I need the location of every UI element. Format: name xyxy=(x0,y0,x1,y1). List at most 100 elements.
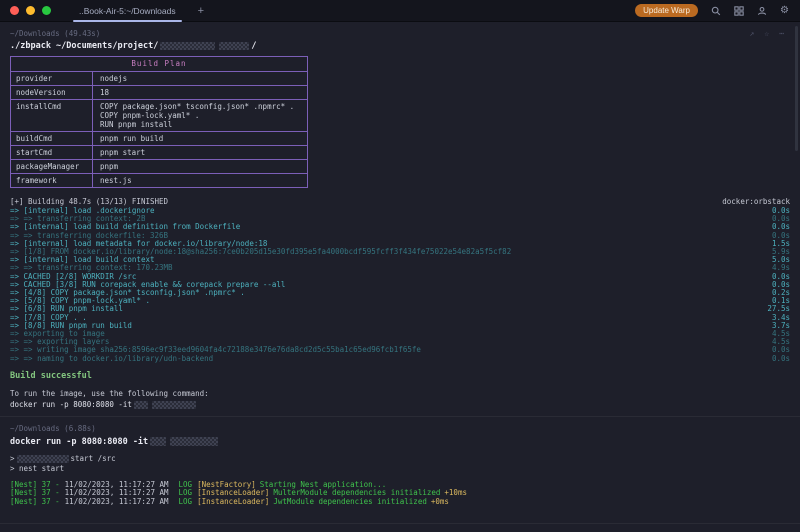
docker-step-line: => [6/8] RUN pnpm install 27.5s xyxy=(10,305,790,313)
run-command-text: docker run -p 8080:8080 -it xyxy=(10,400,132,409)
block1-path-duration: ~/Downloads (49.43s) xyxy=(10,29,100,38)
user-icon[interactable] xyxy=(756,5,767,16)
command-text: / xyxy=(251,41,256,51)
build-plan-value: 18 xyxy=(93,86,307,99)
output-text: start /src xyxy=(71,454,116,463)
build-success-message: Build successful xyxy=(10,371,790,381)
build-plan-value: pnpm start xyxy=(93,146,307,159)
docker-step-text: => [5/8] COPY pnpm-lock.yaml* . xyxy=(10,297,150,305)
redacted-text xyxy=(17,455,69,463)
docker-step-text: => [internal] load metadata for docker.i… xyxy=(10,240,267,248)
bookmark-icon[interactable]: ☆ xyxy=(764,29,769,38)
docker-step-line: => [internal] load build definition from… xyxy=(10,223,790,231)
docker-step-line: => => exporting layers 4.5s xyxy=(10,338,790,346)
redacted-text xyxy=(152,401,196,409)
docker-step-line: => CACHED [3/8] RUN corepack enable && c… xyxy=(10,281,790,289)
build-plan-row: framework nest.js xyxy=(11,174,307,187)
redacted-text xyxy=(219,42,249,50)
docker-step-line: => => writing image sha256:8596ec9f33eed… xyxy=(10,346,790,354)
nest-log-line: [Nest] 37 -11/02/2023, 11:17:27 AMLOG[In… xyxy=(10,498,790,507)
layout-grid-icon[interactable] xyxy=(733,5,744,16)
docker-step-line: => CACHED [2/8] WORKDIR /src 0.0s xyxy=(10,273,790,281)
share-icon[interactable]: ↗ xyxy=(750,29,755,38)
docker-step-text: => => transferring dockerfile: 326B xyxy=(10,232,168,240)
output-text: > xyxy=(10,454,15,463)
docker-step-line: => [8/8] RUN pnpm run build 3.7s xyxy=(10,322,790,330)
nest-start-line: > nest start xyxy=(10,464,790,474)
nest-log-output: [Nest] 37 -11/02/2023, 11:17:27 AMLOG[Ne… xyxy=(10,481,790,507)
terminal-pane[interactable]: ~/Downloads (49.43s) ↗ ☆ ⋯ ./zbpack ~/Do… xyxy=(0,22,800,532)
docker-run-command[interactable]: docker run -p 8080:8080 -it xyxy=(10,435,790,449)
build-plan-row: packageManager pnpm xyxy=(11,160,307,174)
build-plan-value: COPY package.json* tsconfig.json* .npmrc… xyxy=(93,100,307,131)
nest-log-context: [InstanceLoader] xyxy=(197,497,269,506)
redacted-text xyxy=(150,437,166,446)
docker-step-line: => => transferring dockerfile: 326B 0.0s xyxy=(10,232,790,240)
update-warp-button[interactable]: Update Warp xyxy=(635,4,698,17)
docker-build-steps: => [internal] load .dockerignore 0.0s =>… xyxy=(10,207,790,363)
block-divider xyxy=(0,523,800,524)
docker-step-line: => [internal] load build context 5.0s xyxy=(10,256,790,264)
redacted-text xyxy=(160,42,215,50)
new-tab-button[interactable]: + xyxy=(190,5,212,17)
docker-step-line: => [internal] load metadata for docker.i… xyxy=(10,240,790,248)
docker-step-line: => [7/8] COPY . . 3.4s xyxy=(10,314,790,322)
docker-step-text: => => transferring context: 2B xyxy=(10,215,145,223)
build-plan-row: nodeVersion 18 xyxy=(11,86,307,100)
settings-gear-icon[interactable]: ⚙ xyxy=(779,5,790,16)
build-plan-value: pnpm xyxy=(93,160,307,173)
docker-step-line: => [4/8] COPY package.json* tsconfig.jso… xyxy=(10,289,790,297)
build-plan-row: provider nodejs xyxy=(11,72,307,86)
docker-step-text: => [1/8] FROM docker.io/library/node:18@… xyxy=(10,248,511,256)
build-plan-value: nest.js xyxy=(93,174,307,187)
minimize-window-button[interactable] xyxy=(26,6,35,15)
docker-step-text: => => exporting layers xyxy=(10,338,109,346)
build-plan-title: Build Plan xyxy=(11,57,307,72)
redacted-text xyxy=(134,401,148,409)
search-icon[interactable] xyxy=(710,5,721,16)
redacted-text xyxy=(170,437,218,446)
docker-step-time: 0.0s xyxy=(764,355,790,363)
block2-path-duration: ~/Downloads (6.88s) xyxy=(10,424,96,433)
docker-step-text: => => writing image sha256:8596ec9f33eed… xyxy=(10,346,421,354)
zbpack-command[interactable]: ./zbpack ~/Documents/project/ / xyxy=(10,39,790,53)
docker-step-text: => [7/8] COPY . . xyxy=(10,314,87,322)
build-plan-key: startCmd xyxy=(11,146,93,159)
docker-step-text: => [internal] load build context xyxy=(10,256,155,264)
docker-step-line: => => naming to docker.io/library/udn-ba… xyxy=(10,355,790,363)
block-divider xyxy=(0,416,800,417)
docker-step-line: => [1/8] FROM docker.io/library/node:18@… xyxy=(10,248,790,256)
docker-build-summary: [+] Building 48.7s (13/13) FINISHED dock… xyxy=(10,197,790,206)
build-plan-value: nodejs xyxy=(93,72,307,85)
command-block-header: ~/Downloads (49.43s) ↗ ☆ ⋯ xyxy=(10,27,790,39)
docker-step-text: => CACHED [3/8] RUN corepack enable && c… xyxy=(10,281,285,289)
tab-title: ..Book-Air-5:~/Downloads xyxy=(79,6,176,16)
zoom-window-button[interactable] xyxy=(42,6,51,15)
scrollbar-thumb[interactable] xyxy=(795,26,798,151)
docker-step-line: => => transferring context: 2B 0.0s xyxy=(10,215,790,223)
build-plan-table: Build Plan provider nodejs nodeVersion 1… xyxy=(10,56,308,188)
docker-context-label: docker:orbstack xyxy=(722,197,790,206)
build-plan-key: buildCmd xyxy=(11,132,93,145)
build-plan-row: startCmd pnpm start xyxy=(11,146,307,160)
docker-step-text: => CACHED [2/8] WORKDIR /src xyxy=(10,273,136,281)
build-plan-key: packageManager xyxy=(11,160,93,173)
close-window-button[interactable] xyxy=(10,6,19,15)
build-plan-key: installCmd xyxy=(11,100,93,131)
docker-step-line: => [internal] load .dockerignore 0.0s xyxy=(10,207,790,215)
command-text: ./zbpack ~/Documents/project/ xyxy=(10,41,158,51)
docker-step-text: => exporting to image xyxy=(10,330,105,338)
terminal-tab[interactable]: ..Book-Air-5:~/Downloads xyxy=(65,0,190,22)
docker-step-text: => [internal] load .dockerignore xyxy=(10,207,155,215)
docker-step-text: => [6/8] RUN pnpm install xyxy=(10,305,123,313)
command-text: docker run -p 8080:8080 -it xyxy=(10,437,148,447)
docker-step-text: => [4/8] COPY package.json* tsconfig.jso… xyxy=(10,289,245,297)
block-actions: ↗ ☆ ⋯ xyxy=(750,29,790,38)
build-plan-key: framework xyxy=(11,174,93,187)
docker-step-text: => [8/8] RUN pnpm run build xyxy=(10,322,132,330)
nest-log-level: LOG xyxy=(179,497,193,506)
command-block-header: ~/Downloads (6.88s) xyxy=(10,423,790,435)
nest-log-prefix: [Nest] 37 - xyxy=(10,497,60,506)
more-options-icon[interactable]: ⋯ xyxy=(779,29,784,38)
titlebar: ..Book-Air-5:~/Downloads + Update Warp ⚙ xyxy=(0,0,800,22)
